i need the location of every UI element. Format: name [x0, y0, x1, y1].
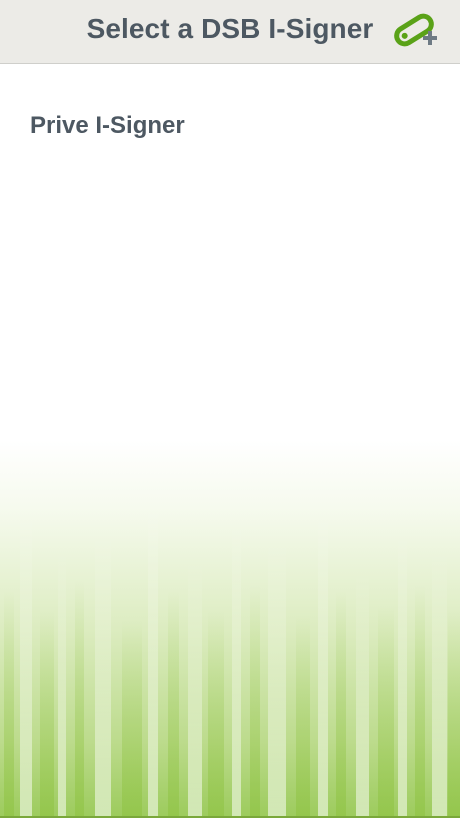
signer-list-area: Prive I-Signer	[0, 65, 460, 817]
list-item[interactable]: Prive I-Signer	[0, 98, 460, 152]
page-title: Select a DSB I-Signer	[86, 13, 374, 44]
signer-label: Prive I-Signer	[30, 112, 185, 139]
header-bar: Select a DSB I-Signer	[0, 0, 460, 64]
add-signer-button[interactable]	[392, 10, 440, 54]
key-plus-icon	[394, 13, 437, 47]
